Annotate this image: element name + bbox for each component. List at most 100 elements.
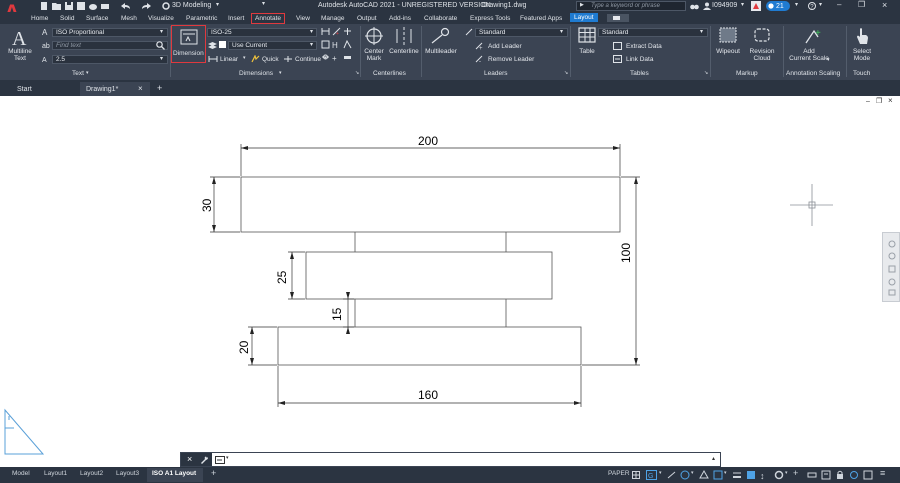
help-chevron-icon[interactable]: ▾: [819, 2, 822, 8]
binoculars-icon[interactable]: [690, 2, 699, 11]
drawing1-tab[interactable]: Drawing1* ×: [80, 82, 150, 96]
close-tab-icon[interactable]: ×: [138, 85, 143, 93]
dimension-style-select[interactable]: ISO-25: [207, 28, 317, 37]
multileader-style-select[interactable]: Standard: [475, 28, 568, 37]
quick-access-menu-icon[interactable]: ▾: [262, 1, 265, 7]
dim-tool-f-icon[interactable]: [343, 40, 352, 49]
remove-leader-button[interactable]: Remove Leader: [488, 56, 534, 63]
help-icon[interactable]: ?: [808, 2, 816, 10]
start-tab[interactable]: Start: [0, 82, 80, 96]
new-tab-plus-icon[interactable]: +: [157, 84, 162, 93]
command-close-icon[interactable]: ×: [187, 455, 192, 464]
command-line[interactable]: × ▾ ▴: [180, 452, 721, 467]
polar-tracking-icon[interactable]: [680, 470, 690, 480]
snap-chevron-icon[interactable]: ▾: [659, 471, 662, 476]
continue-dimension-button[interactable]: Continue: [295, 56, 321, 63]
dim-tool-i-icon[interactable]: [343, 53, 352, 62]
layout-tab-model[interactable]: Model: [12, 470, 30, 477]
selection-cycling-icon[interactable]: ↕: [760, 470, 770, 480]
workspace-gear-icon[interactable]: [162, 2, 170, 10]
transparency-icon[interactable]: [746, 470, 756, 480]
table-style-select[interactable]: Standard: [598, 28, 708, 37]
linear-chevron-icon[interactable]: ▾: [243, 56, 246, 61]
tab-visualize[interactable]: Visualize: [148, 15, 174, 22]
tab-manage[interactable]: Manage: [321, 15, 345, 22]
notifications-badge[interactable]: 21: [766, 1, 790, 11]
dim-tool-b-icon[interactable]: +: [332, 27, 341, 36]
tab-featured-apps[interactable]: Featured Apps: [520, 15, 562, 22]
new-file-icon[interactable]: [40, 2, 48, 10]
viewport-minimize-icon[interactable]: –: [866, 98, 870, 105]
autodesk-app-store-icon[interactable]: [751, 1, 761, 11]
user-name[interactable]: I094909: [712, 2, 737, 9]
wipeout-button[interactable]: Wipeout: [712, 48, 744, 55]
command-history-chevron-icon[interactable]: ▾: [226, 456, 229, 461]
revision-cloud-button[interactable]: Revision Cloud: [745, 48, 779, 63]
drawing-canvas[interactable]: 200 160 100 30 25 15 20 – ❐ × × ▾ ▴: [0, 96, 900, 467]
tab-home[interactable]: Home: [31, 15, 48, 22]
search-box[interactable]: ▶ Type a keyword or phrase: [576, 1, 686, 11]
add-scale-chevron-icon[interactable]: ▾: [827, 58, 830, 63]
save-icon[interactable]: [65, 2, 73, 10]
ortho-icon[interactable]: [667, 471, 676, 479]
layout-tab-iso-a1[interactable]: ISO A1 Layout: [147, 468, 203, 482]
redo-icon[interactable]: [140, 2, 152, 10]
tab-surface[interactable]: Surface: [86, 15, 108, 22]
dimensions-panel-title[interactable]: Dimensions: [239, 70, 273, 77]
add-leader-button[interactable]: Add Leader: [488, 43, 522, 50]
command-settings-wrench-icon[interactable]: [200, 456, 208, 464]
text-style-select[interactable]: ISO Proportional: [52, 28, 168, 37]
snap-mode-icon[interactable]: G: [646, 470, 657, 480]
tab-add-ins[interactable]: Add-ins: [389, 15, 411, 22]
workspace-chevron-icon[interactable]: ▾: [785, 471, 788, 476]
layout-tab-layout2[interactable]: Layout2: [80, 470, 103, 477]
polar-chevron-icon[interactable]: ▾: [691, 471, 694, 476]
dim-tool-e-icon[interactable]: H: [332, 40, 341, 49]
dim-tool-a-icon[interactable]: [321, 27, 330, 36]
save-as-icon[interactable]: [77, 2, 85, 10]
find-text-input[interactable]: Find text: [52, 41, 168, 50]
dim-tool-g-icon[interactable]: [321, 53, 330, 62]
paper-space-toggle[interactable]: PAPER: [608, 470, 630, 478]
extract-data-button[interactable]: Extract Data: [626, 43, 662, 50]
notifications-chevron-icon[interactable]: ▾: [795, 2, 798, 8]
minimize-window-icon[interactable]: –: [837, 1, 841, 9]
close-window-icon[interactable]: ×: [882, 1, 887, 10]
tab-insert[interactable]: Insert: [228, 15, 244, 22]
lineweight-icon[interactable]: [732, 470, 742, 480]
chevron-down-icon[interactable]: ▾: [216, 2, 219, 8]
customization-menu-icon[interactable]: ≡: [880, 469, 885, 478]
add-layout-plus-icon[interactable]: +: [211, 469, 216, 478]
multileader-button[interactable]: Multileader: [422, 48, 460, 55]
layout-tab-layout3[interactable]: Layout3: [116, 470, 139, 477]
tab-solid[interactable]: Solid: [60, 15, 74, 22]
annotation-monitor-plus-icon[interactable]: +: [793, 469, 798, 478]
tab-output[interactable]: Output: [357, 15, 377, 22]
dim-tool-d-icon[interactable]: [321, 40, 330, 49]
clean-screen-icon[interactable]: [863, 470, 873, 480]
tab-parametric[interactable]: Parametric: [186, 15, 217, 22]
tab-express-tools[interactable]: Express Tools: [470, 15, 510, 22]
workspace-gear-status-icon[interactable]: [774, 470, 784, 480]
dim-tool-c-icon[interactable]: [343, 27, 352, 36]
find-magnifier-icon[interactable]: [156, 41, 165, 50]
undo-icon[interactable]: [120, 2, 132, 10]
tab-annotate[interactable]: Annotate: [251, 13, 286, 24]
tables-dialog-launcher-icon[interactable]: ↘: [704, 71, 708, 76]
cloud-save-icon[interactable]: [89, 2, 97, 10]
quick-dimension-button[interactable]: Quick: [262, 56, 279, 63]
text-panel-expand-icon[interactable]: ▾: [86, 71, 89, 76]
link-data-button[interactable]: Link Data: [626, 56, 653, 63]
text-panel-title[interactable]: Text: [72, 70, 84, 77]
viewport-restore-icon[interactable]: ❐: [876, 98, 882, 105]
ribbon-minimize-toggle[interactable]: [607, 14, 629, 22]
multiline-text-button[interactable]: Multiline Text: [3, 48, 37, 63]
select-mode-button[interactable]: Select Mode: [847, 48, 877, 63]
object-snap-icon[interactable]: [713, 470, 723, 480]
dim-tool-h-icon[interactable]: +: [332, 53, 341, 62]
table-button[interactable]: Table: [573, 48, 601, 55]
lock-ui-icon[interactable]: [835, 470, 845, 480]
center-mark-button[interactable]: Center Mark: [361, 48, 387, 63]
centerline-button[interactable]: Centerline: [386, 48, 422, 55]
dimensions-dialog-launcher-icon[interactable]: ↘: [355, 71, 359, 76]
